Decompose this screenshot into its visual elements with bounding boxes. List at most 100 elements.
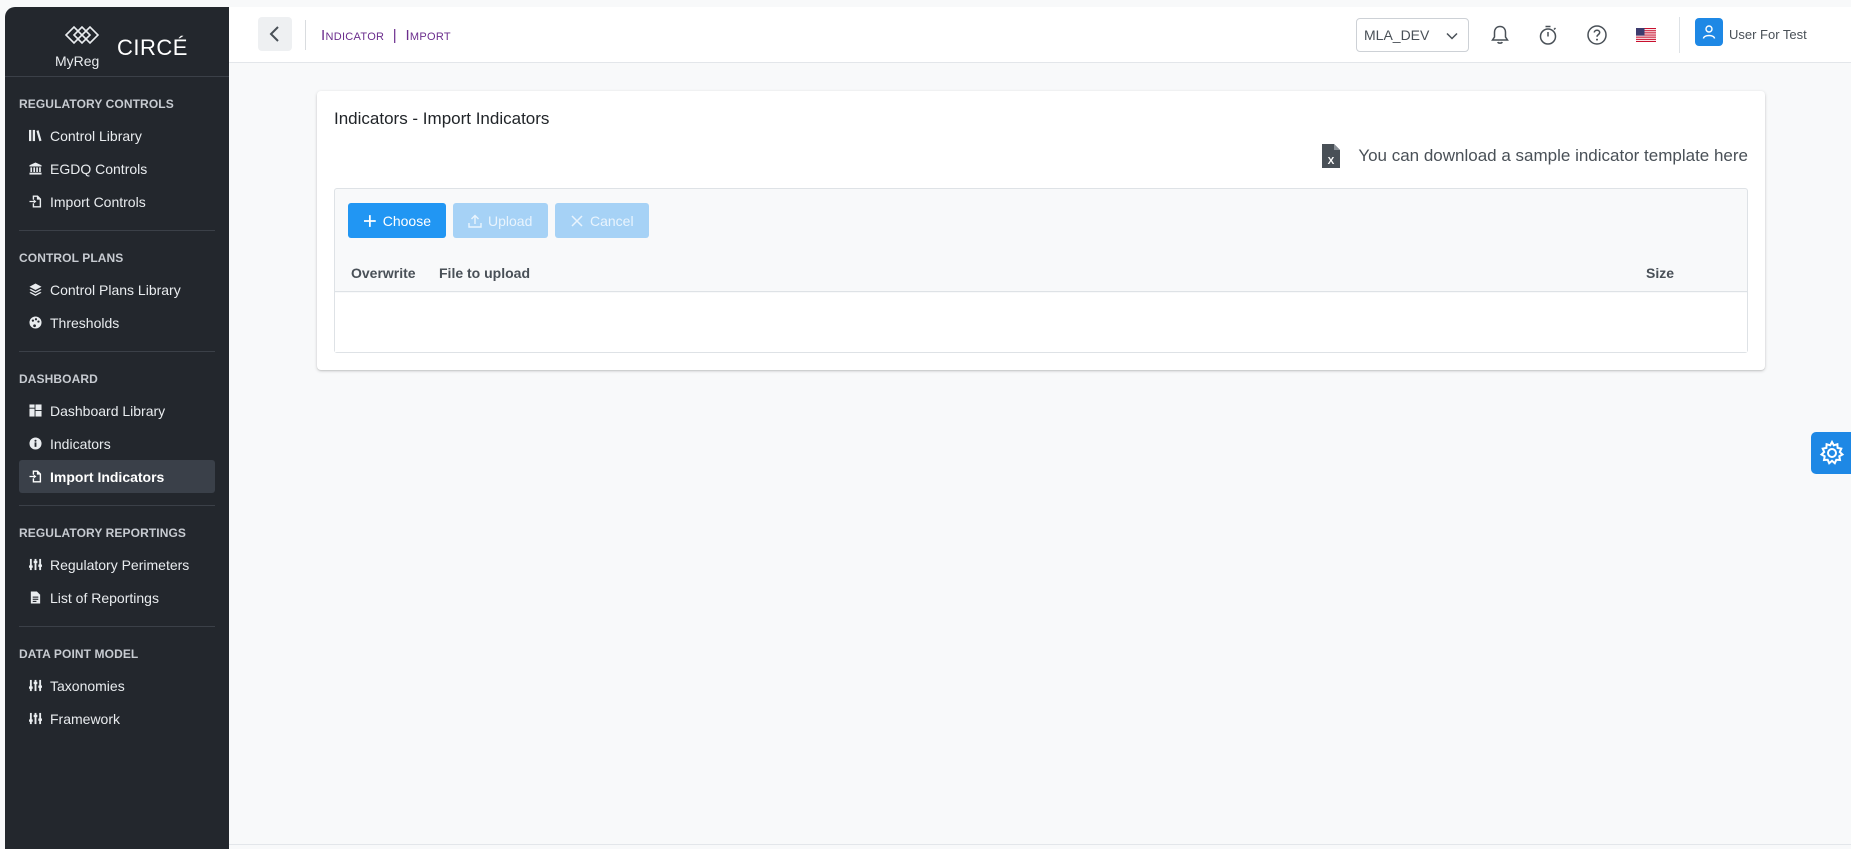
sidebar-item-label: EGDQ Controls <box>50 160 148 177</box>
sidebar-item-label: Thresholds <box>50 314 120 331</box>
palette-icon <box>27 315 43 331</box>
column-header-size: Size <box>1646 265 1675 281</box>
nav-section-regulatory-reportings: REGULATORY REPORTINGS Regulatory Perimet… <box>19 506 215 627</box>
bank-icon <box>27 161 43 177</box>
settings-button[interactable] <box>1811 432 1851 474</box>
sidebar-item-import-indicators[interactable]: Import Indicators <box>19 460 215 493</box>
sidebar-item-label: Control Plans Library <box>50 281 181 298</box>
sidebar-item-label: Framework <box>50 710 121 727</box>
library-icon <box>27 128 43 144</box>
upload-button[interactable]: Upload <box>453 203 548 238</box>
breadcrumb: Indicator | Import <box>321 27 451 44</box>
upload-icon <box>468 214 482 228</box>
timer-button[interactable] <box>1535 22 1561 48</box>
nav-section-title: DATA POINT MODEL <box>19 647 139 661</box>
page-title: Indicators - Import Indicators <box>334 109 550 128</box>
gear-icon <box>1819 439 1845 465</box>
sidebar-item-list-of-reportings[interactable]: List of Reportings <box>19 581 215 614</box>
file-excel-icon: X <box>1322 144 1341 168</box>
layers-icon <box>27 282 43 298</box>
divider <box>305 20 306 50</box>
cancel-label: Cancel <box>590 212 634 229</box>
sidebar-item-egdq-controls[interactable]: EGDQ Controls <box>19 152 215 185</box>
divider <box>1679 17 1680 53</box>
sidebar-item-thresholds[interactable]: Thresholds <box>19 306 215 339</box>
brand-name: CIRCÉ <box>117 35 188 60</box>
environment-value: MLA_DEV <box>1364 27 1430 43</box>
sidebar: MyReg CIRCÉ REGULATORY CONTROLS Control … <box>5 7 229 849</box>
user-icon <box>1702 25 1716 39</box>
nav-section-data-point-model: DATA POINT MODEL Taxonomies Framework <box>19 627 215 747</box>
notifications-button[interactable] <box>1487 22 1513 48</box>
brand[interactable]: MyReg CIRCÉ <box>5 7 229 77</box>
sidebar-item-label: Control Library <box>50 127 142 144</box>
brand-sub: MyReg <box>55 53 100 69</box>
file-import-icon <box>27 194 43 210</box>
sliders-icon <box>27 557 43 573</box>
nav-section-dashboard: DASHBOARD Dashboard Library Indicators I… <box>19 352 215 506</box>
chevron-down-icon <box>1446 32 1458 40</box>
nav-section-title: REGULATORY REPORTINGS <box>19 526 187 540</box>
download-template-link[interactable]: X You can download a sample indicator te… <box>1320 143 1748 169</box>
sidebar-item-control-plans-library[interactable]: Control Plans Library <box>19 273 215 306</box>
back-button[interactable] <box>258 17 292 51</box>
stopwatch-icon <box>1539 25 1557 45</box>
sidebar-item-framework[interactable]: Framework <box>19 702 215 735</box>
sidebar-item-label: List of Reportings <box>50 589 159 606</box>
bell-icon <box>1491 25 1509 44</box>
nav-section-title: DASHBOARD <box>19 372 98 386</box>
file-uploader: Choose Upload Cancel Overwrite File to u… <box>334 188 1748 353</box>
app-root: MyReg CIRCÉ REGULATORY CONTROLS Control … <box>0 0 1851 849</box>
sidebar-item-taxonomies[interactable]: Taxonomies <box>19 669 215 702</box>
help-button[interactable] <box>1584 22 1610 48</box>
choose-label: Choose <box>382 212 431 229</box>
question-circle-icon <box>1587 25 1607 45</box>
sidebar-item-label: Import Indicators <box>50 468 165 485</box>
grid-icon <box>27 403 43 419</box>
breadcrumb-item-import: Import <box>405 27 451 44</box>
uploader-toolbar: Choose Upload Cancel <box>348 203 649 238</box>
us-flag-icon <box>1636 28 1656 42</box>
close-icon <box>571 214 583 227</box>
info-circle-icon <box>27 436 43 452</box>
sidebar-item-import-controls[interactable]: Import Controls <box>19 185 215 218</box>
import-card: Indicators - Import Indicators X You can… <box>317 91 1765 370</box>
sliders-icon <box>27 711 43 727</box>
column-header-file: File to upload <box>439 265 530 281</box>
sidebar-item-regulatory-perimeters[interactable]: Regulatory Perimeters <box>19 548 215 581</box>
plus-icon <box>363 214 376 227</box>
nav-section-title: REGULATORY CONTROLS <box>19 97 174 111</box>
sidebar-item-label: Regulatory Perimeters <box>50 556 190 573</box>
file-import-icon <box>27 469 43 485</box>
sidebar-item-label: Import Controls <box>50 193 146 210</box>
chevron-left-icon <box>269 26 279 42</box>
choose-button[interactable]: Choose <box>348 203 446 238</box>
sidebar-item-label: Indicators <box>50 435 111 452</box>
files-table-header: Overwrite File to upload Size <box>335 251 1747 292</box>
cancel-button[interactable]: Cancel <box>555 203 649 238</box>
file-icon <box>27 590 43 606</box>
svg-text:X: X <box>1328 156 1335 167</box>
myreg-logo-icon <box>64 25 100 45</box>
download-template-text: You can download a sample indicator temp… <box>1358 146 1748 165</box>
nav-section-title: CONTROL PLANS <box>19 251 124 265</box>
upload-label: Upload <box>488 212 533 229</box>
breadcrumb-separator: | <box>392 27 397 44</box>
user-avatar[interactable] <box>1695 18 1723 46</box>
user-name[interactable]: User For Test <box>1729 27 1807 42</box>
nav-section-control-plans: CONTROL PLANS Control Plans Library Thre… <box>19 231 215 352</box>
footer-strip <box>229 844 1851 849</box>
sliders-icon <box>27 678 43 694</box>
breadcrumb-item-indicator[interactable]: Indicator <box>321 27 384 44</box>
sidebar-item-label: Dashboard Library <box>50 402 166 419</box>
sidebar-item-control-library[interactable]: Control Library <box>19 119 215 152</box>
files-table-body <box>335 293 1747 352</box>
language-button[interactable] <box>1633 22 1659 48</box>
column-header-overwrite: Overwrite <box>351 265 416 281</box>
topbar: Indicator | Import MLA_DEV User For Test <box>229 7 1851 63</box>
sidebar-item-dashboard-library[interactable]: Dashboard Library <box>19 394 215 427</box>
nav-section-regulatory-controls: REGULATORY CONTROLS Control Library EGDQ… <box>19 77 215 231</box>
sidebar-item-indicators[interactable]: Indicators <box>19 427 215 460</box>
environment-select[interactable]: MLA_DEV <box>1356 18 1469 52</box>
sidebar-item-label: Taxonomies <box>50 677 125 694</box>
